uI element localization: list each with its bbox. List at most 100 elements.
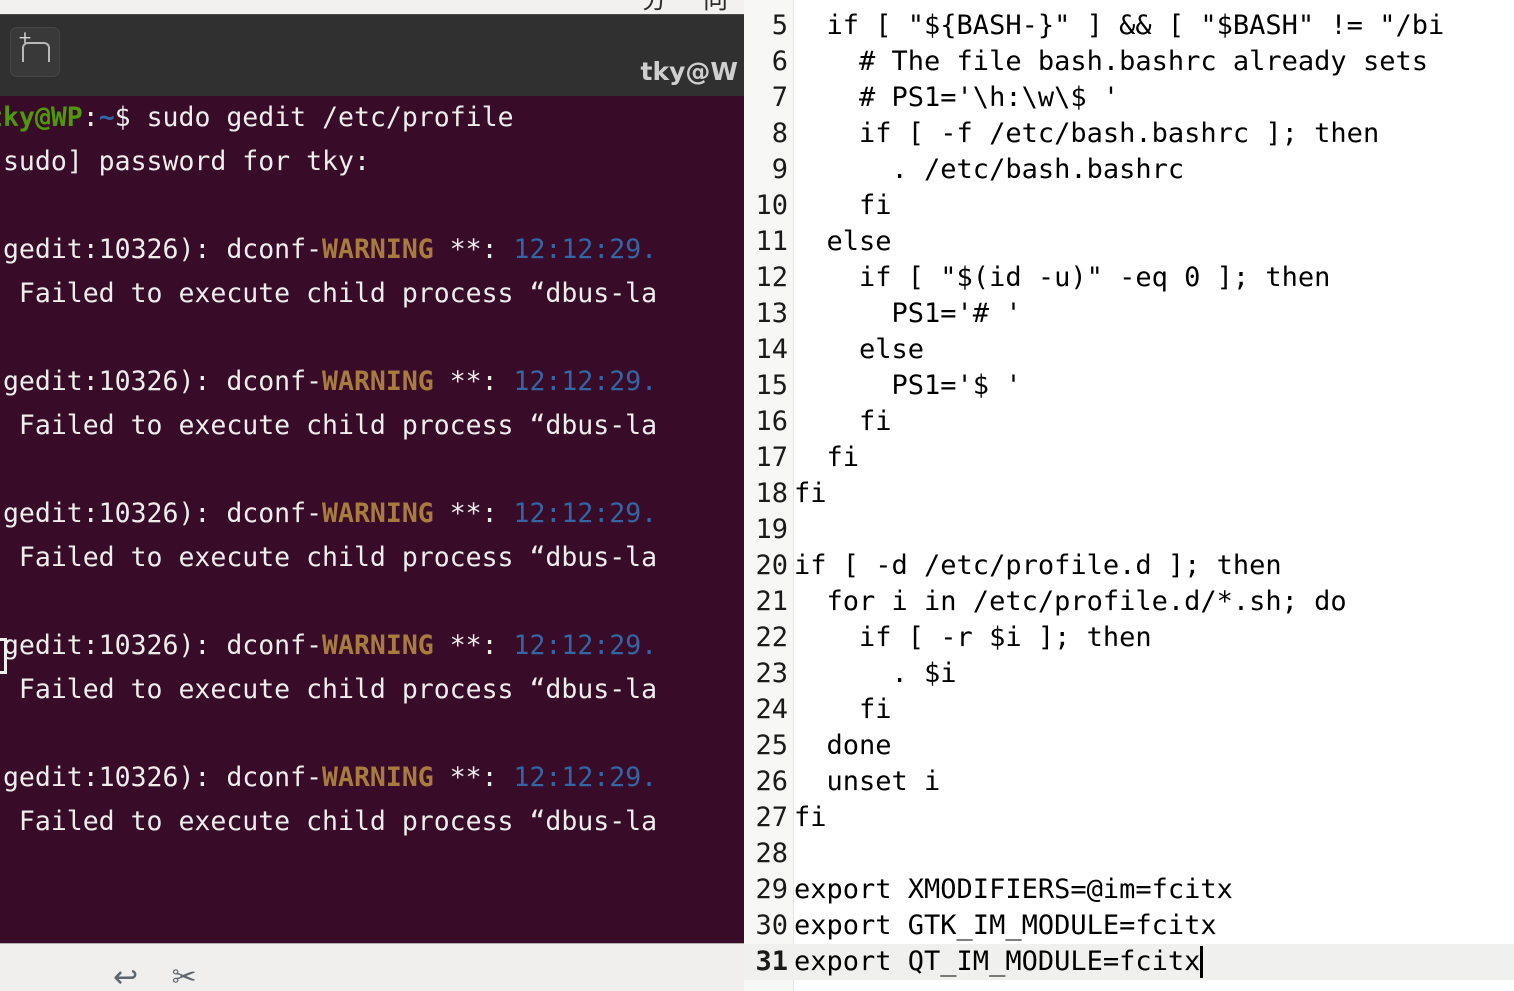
editor-line[interactable]: 12 if [ "$(id -u)" -eq 0 ]; then	[744, 260, 1514, 296]
terminal-text-segment: ~	[98, 102, 115, 133]
terminal-line: Failed to execute child process “dbus-la	[0, 536, 657, 580]
terminal-title: tky@W	[640, 57, 738, 86]
terminal-text-segment: (gedit:10326): dconf-	[0, 498, 323, 529]
editor-line[interactable]: 6 # The file bash.bashrc already sets	[744, 44, 1514, 80]
gedit-window[interactable]: 5 if [ "${BASH-}" ] && [ "$BASH" != "/bi…	[744, 0, 1514, 991]
editor-line[interactable]: 21 for i in /etc/profile.d/*.sh; do	[744, 584, 1514, 620]
line-source-text: fi	[794, 478, 827, 509]
new-tab-icon[interactable]: +	[10, 27, 60, 77]
terminal-text-segment: tky@WP	[0, 102, 83, 133]
editor-line[interactable]: 17 fi	[744, 440, 1514, 476]
line-source-text: # PS1='\h:\w\$ '	[794, 82, 1120, 113]
line-number: 21	[755, 586, 788, 617]
terminal-text-segment: WARNING	[322, 762, 434, 793]
line-number: 16	[755, 406, 788, 437]
terminal-output[interactable]: tky@WP:~$ sudo gedit /etc/profile [sudo] …	[0, 96, 744, 943]
line-number: 24	[755, 694, 788, 725]
editor-line[interactable]: 22 if [ -r $i ]; then	[744, 620, 1514, 656]
terminal-line: (gedit:10326): dconf-WARNING **: 12:12:2…	[0, 360, 657, 404]
line-source-text: if [ -f /etc/bash.bashrc ]; then	[794, 118, 1380, 149]
editor-text-area[interactable]: 5 if [ "${BASH-}" ] && [ "$BASH" != "/bi…	[744, 0, 1514, 991]
editor-line[interactable]: 16 fi	[744, 404, 1514, 440]
line-number: 28	[755, 838, 788, 869]
terminal-line: (gedit:10326): dconf-WARNING **: 12:12:2…	[0, 492, 657, 536]
terminal-text-segment: WARNING	[322, 630, 434, 661]
terminal-titlebar[interactable]: + tky@W	[0, 14, 744, 96]
line-source-text: . /etc/bash.bashrc	[794, 154, 1185, 185]
line-source-text: for i in /etc/profile.d/*.sh; do	[794, 586, 1347, 617]
terminal-text-segment: (gedit:10326): dconf-	[0, 630, 323, 661]
editor-line[interactable]: 14 else	[744, 332, 1514, 368]
line-source-text: done	[794, 730, 892, 761]
line-number: 8	[771, 118, 788, 149]
editor-line[interactable]: 28	[744, 836, 1514, 872]
line-source-text: PS1='$ '	[794, 370, 1022, 401]
terminal-text-segment: WARNING	[322, 366, 434, 397]
editor-line[interactable]: 24 fi	[744, 692, 1514, 728]
line-number: 23	[755, 658, 788, 689]
editor-line[interactable]: 29 export XMODIFIERS=@im=fcitx	[744, 872, 1514, 908]
editor-line[interactable]: 19	[744, 512, 1514, 548]
plus-icon: +	[17, 28, 33, 48]
line-number: 26	[755, 766, 788, 797]
line-source-text: fi	[794, 406, 892, 437]
editor-line[interactable]: 23 . $i	[744, 656, 1514, 692]
terminal-text-segment: (gedit:10326): dconf-	[0, 366, 323, 397]
line-number: 31	[755, 946, 788, 977]
editor-line[interactable]: 8 if [ -f /etc/bash.bashrc ]; then	[744, 116, 1514, 152]
line-source-text: export QT_IM_MODULE=fcitx	[794, 946, 1201, 977]
terminal-text-segment: Failed to execute child process “dbus-la	[0, 806, 658, 837]
line-source-text: fi	[794, 190, 892, 221]
panel-icons: ↩ ✂	[113, 960, 209, 991]
editor-line[interactable]: 11 else	[744, 224, 1514, 260]
terminal-line: [sudo] password for tky:	[0, 140, 386, 184]
line-number: 11	[755, 226, 788, 257]
line-source-text: . $i	[794, 658, 957, 689]
terminal-text-segment: (gedit:10326): dconf-	[0, 762, 323, 793]
terminal-text-segment: :	[82, 102, 99, 133]
screen-root: 分 向 + tky@W tky@WP:~$ sudo gedit /etc/pr…	[0, 0, 1514, 991]
editor-line[interactable]: 7 # PS1='\h:\w\$ '	[744, 80, 1514, 116]
desktop-panel[interactable]: ↩ ✂	[0, 943, 744, 991]
line-number: 12	[755, 262, 788, 293]
line-number: 29	[755, 874, 788, 905]
editor-line[interactable]: 27 fi	[744, 800, 1514, 836]
editor-line[interactable]: 26 unset i	[744, 764, 1514, 800]
terminal-line: tky@WP:~$ sudo gedit /etc/profile	[0, 96, 514, 140]
terminal-window[interactable]: 分 向 + tky@W tky@WP:~$ sudo gedit /etc/pr…	[0, 0, 744, 991]
terminal-text-segment: **:	[433, 630, 514, 661]
line-source-text: else	[794, 334, 925, 365]
line-number: 19	[755, 514, 788, 545]
editor-line[interactable]: 5 if [ "${BASH-}" ] && [ "$BASH" != "/bi	[744, 8, 1514, 44]
background-window-strip: 分 向	[0, 0, 744, 14]
line-number: 18	[755, 478, 788, 509]
terminal-line: (gedit:10326): dconf-WARNING **: 12:12:2…	[0, 228, 657, 272]
editor-line[interactable]: 10 fi	[744, 188, 1514, 224]
editor-line[interactable]: 31 export QT_IM_MODULE=fcitx	[744, 944, 1514, 980]
line-source-text: export GTK_IM_MODULE=fcitx	[794, 910, 1217, 941]
terminal-text-segment: 12:12:29.	[513, 234, 658, 265]
terminal-text-segment: Failed to execute child process “dbus-la	[0, 410, 658, 441]
line-source-text: # The file bash.bashrc already sets	[794, 46, 1428, 77]
line-number: 13	[755, 298, 788, 329]
terminal-text-segment: 12:12:29.	[513, 498, 658, 529]
terminal-text-segment: **:	[433, 762, 514, 793]
editor-line[interactable]: 25 done	[744, 728, 1514, 764]
editor-line[interactable]: 15 PS1='$ '	[744, 368, 1514, 404]
line-number: 15	[755, 370, 788, 401]
editor-line[interactable]: 9 . /etc/bash.bashrc	[744, 152, 1514, 188]
editor-line[interactable]: 13 PS1='# '	[744, 296, 1514, 332]
line-source-text: fi	[794, 694, 892, 725]
terminal-text-segment: WARNING	[322, 498, 434, 529]
line-source-text: if [ -d /etc/profile.d ]; then	[794, 550, 1282, 581]
terminal-cursor	[0, 638, 7, 674]
terminal-line: Failed to execute child process “dbus-la	[0, 800, 657, 844]
terminal-text-segment: 12:12:29.	[513, 630, 658, 661]
editor-line[interactable]: 30 export GTK_IM_MODULE=fcitx	[744, 908, 1514, 944]
editor-line[interactable]: 20 if [ -d /etc/profile.d ]; then	[744, 548, 1514, 584]
terminal-line: Failed to execute child process “dbus-la	[0, 404, 657, 448]
line-source-text: if [ "$(id -u)" -eq 0 ]; then	[794, 262, 1331, 293]
line-source-text: unset i	[794, 766, 941, 797]
line-number: 6	[771, 46, 788, 77]
editor-line[interactable]: 18 fi	[744, 476, 1514, 512]
